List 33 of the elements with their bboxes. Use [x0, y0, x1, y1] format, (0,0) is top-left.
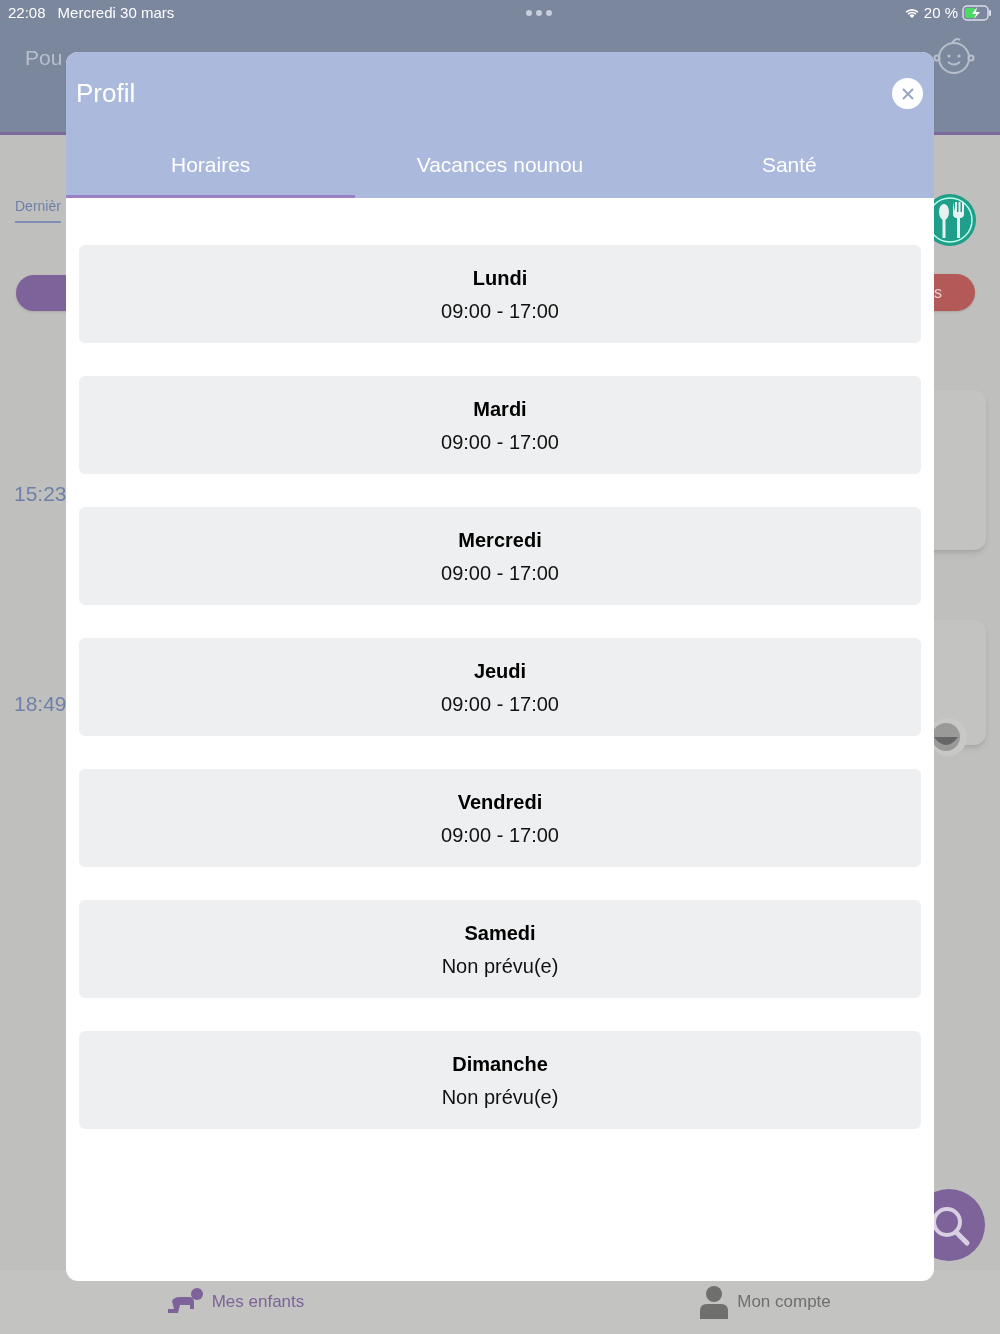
hours-text: 09:00 - 17:00 [441, 562, 559, 583]
day-name: Mardi [473, 398, 527, 419]
hours-text: 09:00 - 17:00 [441, 431, 559, 452]
battery-percent: 20 % [923, 2, 958, 23]
day-name: Lundi [472, 267, 528, 288]
person-icon [699, 1285, 730, 1319]
section-tab[interactable]: Dernièr [15, 196, 61, 223]
wifi-icon [903, 7, 920, 19]
hours-text: 09:00 - 17:00 [441, 824, 559, 845]
more-icon [525, 9, 553, 17]
day-name: Mercredi [458, 529, 542, 550]
entry-time: 18:49 [14, 691, 67, 717]
dialog-tab[interactable]: Vacances nounou [355, 135, 645, 198]
day-name: Jeudi [473, 660, 527, 681]
hours-text: Non prévu(e) [441, 1086, 559, 1107]
day-name: Dimanche [452, 1053, 548, 1074]
tab-bar-item[interactable]: Mon compte [470, 1270, 1000, 1334]
hours-text: 09:00 - 17:00 [441, 300, 559, 321]
hours-text: 09:00 - 17:00 [441, 693, 559, 714]
day-name: Samedi [464, 922, 536, 943]
status-time: 22:08 [8, 2, 46, 23]
dialog-tab[interactable]: Horaires [66, 135, 356, 198]
entry-time: 15:23 [14, 481, 67, 507]
status-date: Mercredi 30 mars [57, 2, 175, 23]
hours-text: Non prévu(e) [441, 955, 559, 976]
tab-bar-item[interactable]: Mes enfants [0, 1270, 470, 1334]
day-name: Vendredi [457, 791, 543, 812]
dialog-tab[interactable]: Santé [644, 135, 934, 198]
close-button[interactable] [892, 78, 923, 109]
app-title: Pou [25, 45, 63, 71]
dialog-title: Profil [76, 77, 137, 110]
battery-icon [962, 5, 992, 21]
close-icon [901, 87, 914, 100]
